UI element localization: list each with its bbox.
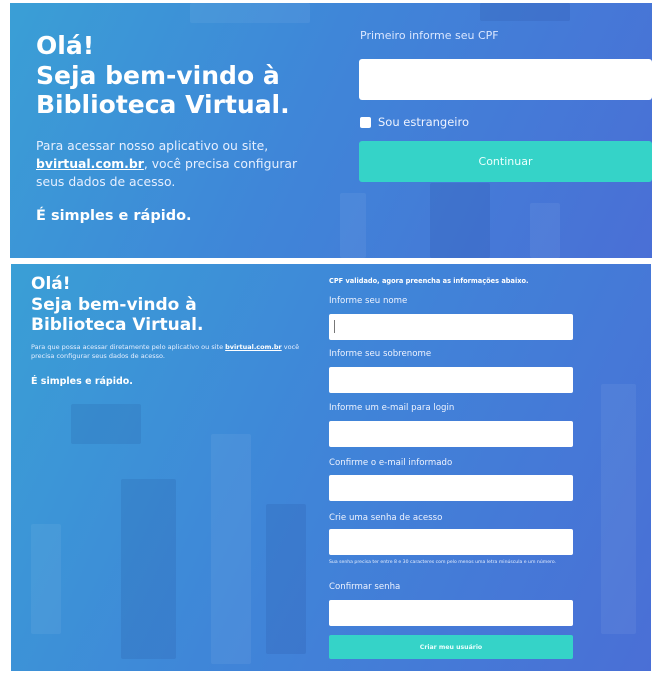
greeting-welcome: Seja bem-vindo à	[31, 294, 197, 315]
email-label: Informe um e-mail para login	[329, 403, 455, 413]
password-label: Crie uma senha de acesso	[329, 513, 443, 523]
text-cursor	[334, 320, 335, 333]
create-user-button[interactable]: Criar meu usuário	[329, 635, 573, 659]
welcome-heading: Olá! Seja bem-vindo à Biblioteca Virtual…	[31, 274, 301, 336]
greeting-library: Biblioteca Virtual.	[31, 315, 204, 336]
foreign-checkbox-row[interactable]: Sou estrangeiro	[360, 115, 469, 129]
cpf-step-panel: Olá! Seja bem-vindo à Biblioteca Virtual…	[10, 3, 652, 258]
simple-fast-text: É simples e rápido.	[36, 208, 192, 224]
simple-fast-text: É simples e rápido.	[31, 376, 133, 387]
registration-step-panel: Olá! Seja bem-vindo à Biblioteca Virtual…	[11, 264, 651, 671]
intro-text-start: Para que possa acessar diretamente pelo …	[31, 343, 226, 351]
confirm-password-input[interactable]	[329, 600, 573, 626]
site-link[interactable]: bvirtual.com.br	[36, 156, 144, 171]
cpf-input[interactable]	[359, 59, 652, 100]
first-name-input[interactable]	[329, 314, 573, 340]
last-name-input[interactable]	[329, 367, 573, 393]
greeting-hello: Olá!	[36, 31, 95, 60]
confirm-email-input[interactable]	[329, 475, 573, 501]
password-hint: Sua senha precisa ter entre 8 e 30 carac…	[329, 560, 557, 565]
welcome-heading: Olá! Seja bem-vindo à Biblioteca Virtual…	[36, 31, 336, 120]
greeting-welcome: Seja bem-vindo à	[36, 60, 280, 90]
email-input[interactable]	[329, 421, 573, 447]
intro-text-start: Para acessar nosso aplicativo ou site,	[36, 138, 269, 153]
first-name-label: Informe seu nome	[329, 296, 408, 306]
last-name-label: Informe seu sobrenome	[329, 349, 432, 359]
confirm-email-label: Confirme o e-mail informado	[329, 458, 453, 468]
greeting-library: Biblioteca Virtual.	[36, 90, 290, 119]
intro-text: Para que possa acessar diretamente pelo …	[31, 343, 311, 362]
cpf-label: Primeiro informe seu CPF	[360, 29, 499, 42]
greeting-hello: Olá!	[31, 274, 71, 294]
continue-button[interactable]: Continuar	[359, 141, 652, 182]
password-input[interactable]	[329, 529, 573, 555]
foreign-label: Sou estrangeiro	[378, 115, 470, 129]
intro-text: Para acessar nosso aplicativo ou site, b…	[36, 137, 326, 191]
site-link[interactable]: bvirtual.com.br	[225, 343, 282, 351]
foreign-checkbox[interactable]	[360, 116, 371, 128]
confirm-password-label: Confirmar senha	[329, 582, 401, 592]
cpf-validated-message: CPF validado, agora preencha as informaç…	[329, 277, 529, 285]
